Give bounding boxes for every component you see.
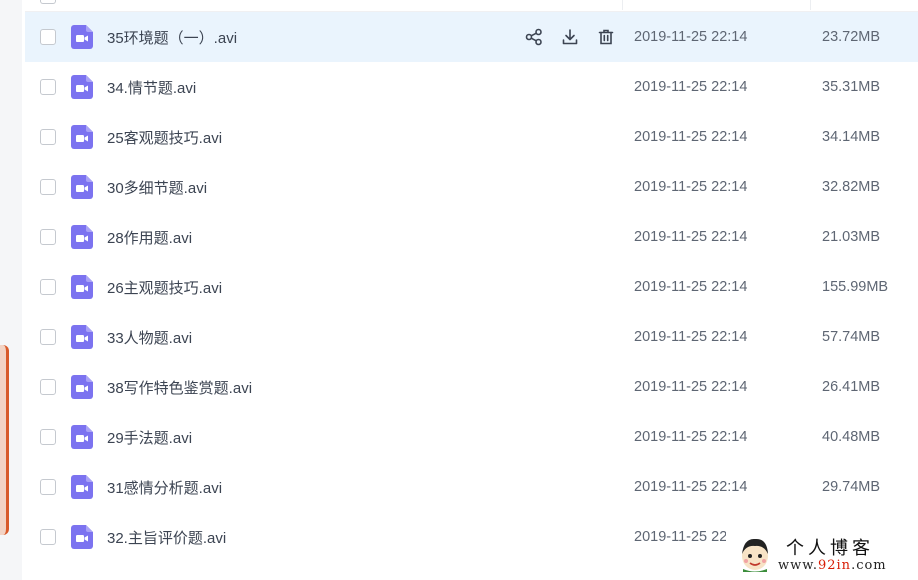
file-name[interactable]: 28作用题.avi (107, 227, 192, 248)
file-row[interactable]: 25客观题技巧.avi 2019-11-25 22:14 34.14MB (25, 112, 918, 162)
row-checkbox[interactable] (40, 429, 56, 445)
video-file-icon (71, 475, 93, 499)
previous-row-checkbox[interactable] (40, 0, 56, 4)
modified-date: 2019-11-25 22:14 (634, 479, 748, 495)
file-name[interactable]: 31感情分析题.avi (107, 477, 222, 498)
file-name[interactable]: 30多细节题.avi (107, 177, 207, 198)
video-file-icon (71, 125, 93, 149)
modified-date: 2019-11-25 22:14 (634, 29, 748, 45)
file-row[interactable]: 35环境题（一）.avi 2019-11-25 22:14 23.72MB (25, 12, 918, 62)
row-checkbox[interactable] (40, 179, 56, 195)
video-file-icon (71, 175, 93, 199)
modified-date: 2019-11-25 22:14 (634, 279, 748, 295)
download-icon[interactable] (559, 26, 581, 48)
file-size: 21.03MB (822, 229, 881, 245)
modified-date: 2019-11-25 22:14 (634, 79, 748, 95)
file-list: 35环境题（一）.avi 2019-11-25 22:14 23.72MB 34… (25, 0, 918, 580)
video-file-icon (71, 325, 93, 349)
file-name[interactable]: 33人物题.avi (107, 327, 192, 348)
watermark-title: 个人博客 (786, 538, 874, 559)
column-divider (622, 0, 623, 10)
left-panel-accent (0, 345, 9, 535)
left-panel-edge (0, 0, 22, 580)
file-row[interactable]: 31感情分析题.avi 2019-11-25 22:14 29.74MB (25, 462, 918, 512)
row-checkbox[interactable] (40, 129, 56, 145)
row-checkbox[interactable] (40, 479, 56, 495)
file-row[interactable]: 29手法题.avi 2019-11-25 22:14 40.48MB (25, 412, 918, 462)
modified-date: 2019-11-25 22:14 (634, 329, 748, 345)
video-file-icon (71, 275, 93, 299)
previous-row-edge (25, 0, 918, 12)
file-size: 35.31MB (822, 79, 881, 95)
row-checkbox[interactable] (40, 279, 56, 295)
watermark: 个人博客 www.92in.com (726, 530, 918, 580)
row-actions (523, 26, 617, 48)
modified-date: 2019-11-25 22:14 (634, 229, 748, 245)
video-file-icon (71, 525, 93, 549)
row-checkbox[interactable] (40, 379, 56, 395)
file-row[interactable]: 30多细节题.avi 2019-11-25 22:14 32.82MB (25, 162, 918, 212)
modified-date: 2019-11-25 22:14 (634, 379, 748, 395)
row-checkbox[interactable] (40, 529, 56, 545)
file-row[interactable]: 38写作特色鉴赏题.avi 2019-11-25 22:14 26.41MB (25, 362, 918, 412)
file-size: 23.72MB (822, 29, 881, 45)
file-name[interactable]: 26主观题技巧.avi (107, 277, 222, 298)
share-icon[interactable] (523, 26, 545, 48)
row-checkbox[interactable] (40, 29, 56, 45)
watermark-avatar-icon (742, 538, 768, 572)
file-size: 29.74MB (822, 479, 881, 495)
file-name[interactable]: 35环境题（一）.avi (107, 27, 237, 48)
file-name[interactable]: 25客观题技巧.avi (107, 127, 222, 148)
video-file-icon (71, 425, 93, 449)
file-row[interactable]: 26主观题技巧.avi 2019-11-25 22:14 155.99MB (25, 262, 918, 312)
file-size: 155.99MB (822, 279, 889, 295)
row-checkbox[interactable] (40, 329, 56, 345)
modified-date: 2019-11-25 22:14 (634, 179, 748, 195)
row-checkbox[interactable] (40, 79, 56, 95)
video-file-icon (71, 225, 93, 249)
file-size: 26.41MB (822, 379, 881, 395)
file-row[interactable]: 34.情节题.avi 2019-11-25 22:14 35.31MB (25, 62, 918, 112)
file-size: 40.48MB (822, 429, 881, 445)
file-row[interactable]: 33人物题.avi 2019-11-25 22:14 57.74MB (25, 312, 918, 362)
delete-icon[interactable] (595, 26, 617, 48)
file-size: 32.82MB (822, 179, 881, 195)
watermark-url: www.92in.com (778, 558, 887, 573)
file-name[interactable]: 38写作特色鉴赏题.avi (107, 377, 252, 398)
column-divider (810, 0, 811, 10)
video-file-icon (71, 25, 93, 49)
file-size: 34.14MB (822, 129, 881, 145)
modified-date: 2019-11-25 22:14 (634, 429, 748, 445)
video-file-icon (71, 375, 93, 399)
file-name[interactable]: 32.主旨评价题.avi (107, 527, 226, 548)
file-name[interactable]: 34.情节题.avi (107, 77, 196, 98)
file-row[interactable]: 28作用题.avi 2019-11-25 22:14 21.03MB (25, 212, 918, 262)
file-size: 57.74MB (822, 329, 881, 345)
file-name[interactable]: 29手法题.avi (107, 427, 192, 448)
modified-date: 2019-11-25 22:14 (634, 129, 748, 145)
video-file-icon (71, 75, 93, 99)
row-checkbox[interactable] (40, 229, 56, 245)
